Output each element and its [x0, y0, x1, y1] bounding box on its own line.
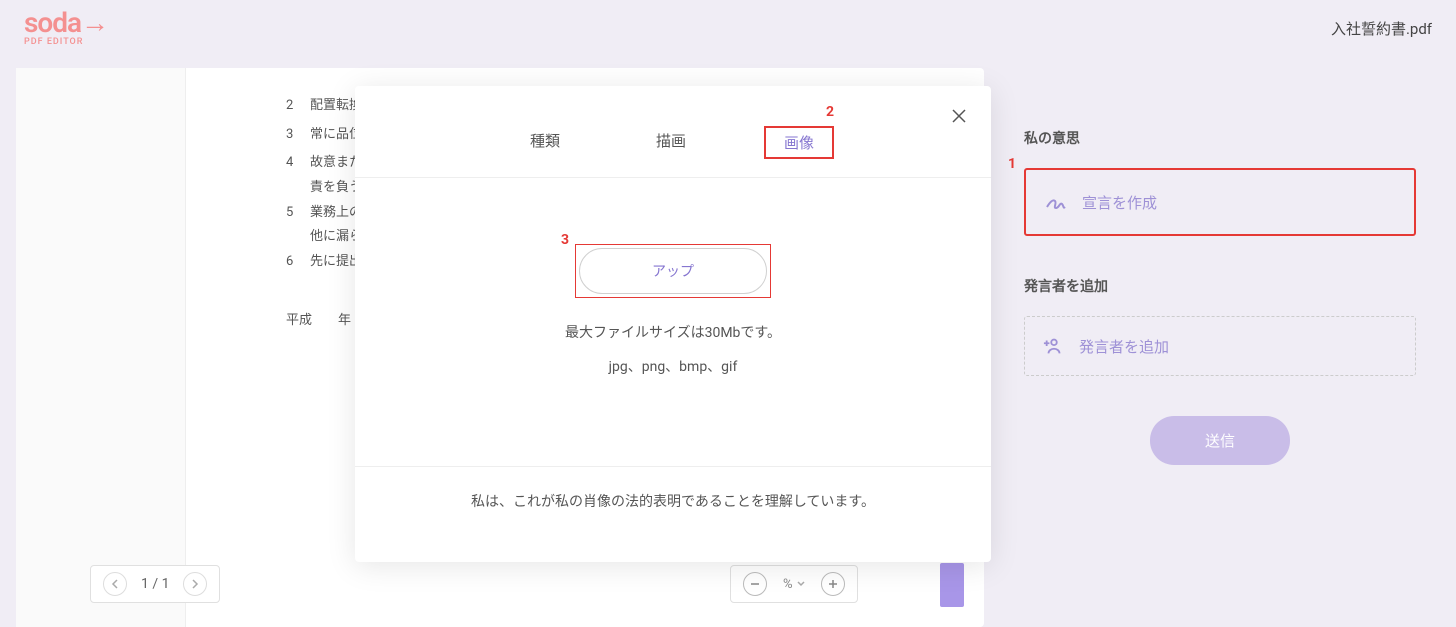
upload-button[interactable]: アップ: [579, 248, 767, 294]
send-button[interactable]: 送信: [1150, 416, 1290, 465]
intention-title: 私の意思: [1024, 128, 1416, 148]
scroll-indicator[interactable]: [940, 563, 964, 607]
signature-icon: [1044, 190, 1068, 214]
next-page-button[interactable]: [183, 572, 207, 596]
page-navigation: 1 / 1: [90, 565, 220, 603]
formats-label: jpg、png、bmp、gif: [355, 356, 991, 376]
close-icon: [951, 108, 967, 124]
max-size-label: 最大ファイルサイズは30Mbです。: [355, 322, 991, 342]
add-speaker-button[interactable]: 発言者を追加: [1024, 316, 1416, 376]
zoom-in-button[interactable]: [821, 572, 845, 596]
close-button[interactable]: [947, 104, 971, 128]
callout-3: 3: [561, 232, 569, 248]
zoom-out-button[interactable]: [743, 572, 767, 596]
callout-2: 2: [826, 104, 834, 120]
chevron-down-icon: [797, 581, 805, 587]
tab-draw[interactable]: 描画: [638, 126, 704, 159]
modal-body: 3 アップ 最大ファイルサイズは30Mbです。 jpg、png、bmp、gif …: [355, 178, 991, 511]
zoom-percent[interactable]: %: [777, 577, 811, 592]
disclaimer-label: 私は、これが私の肖像の法的表明であることを理解しています。: [355, 466, 991, 511]
create-declaration-label: 宣言を作成: [1082, 192, 1157, 213]
page-indicator: 1 / 1: [137, 576, 173, 592]
tab-image[interactable]: 2 画像: [764, 126, 834, 159]
add-speaker-title: 発言者を追加: [1024, 276, 1416, 296]
modal-tabs: 種類 描画 2 画像: [355, 86, 991, 178]
signature-modal: 種類 描画 2 画像 3 アップ 最大ファイルサイズは30Mbです。 jpg、p…: [355, 86, 991, 562]
logo: soda→ PDF EDITOR: [24, 9, 108, 47]
app-header: soda→ PDF EDITOR 入社誓約書.pdf: [0, 0, 1456, 56]
plus-icon: [827, 578, 839, 590]
chevron-left-icon: [111, 579, 119, 589]
zoom-controls: %: [730, 565, 858, 603]
filename-label: 入社誓約書.pdf: [1331, 18, 1432, 39]
tab-type[interactable]: 種類: [512, 126, 578, 159]
add-person-icon: [1043, 335, 1065, 357]
minus-icon: [749, 578, 761, 590]
create-declaration-button[interactable]: 1 宣言を作成: [1024, 168, 1416, 236]
chevron-right-icon: [191, 579, 199, 589]
thumbnail-strip[interactable]: [16, 68, 186, 627]
prev-page-button[interactable]: [103, 572, 127, 596]
add-speaker-label: 発言者を追加: [1079, 336, 1169, 357]
logo-arrow-icon: →: [81, 9, 108, 37]
side-panel: 私の意思 1 宣言を作成 発言者を追加 発言者を追加 送信: [1000, 68, 1440, 627]
callout-1: 1: [1008, 156, 1016, 172]
logo-text: soda: [24, 6, 81, 39]
logo-subtext: PDF EDITOR: [24, 37, 108, 47]
